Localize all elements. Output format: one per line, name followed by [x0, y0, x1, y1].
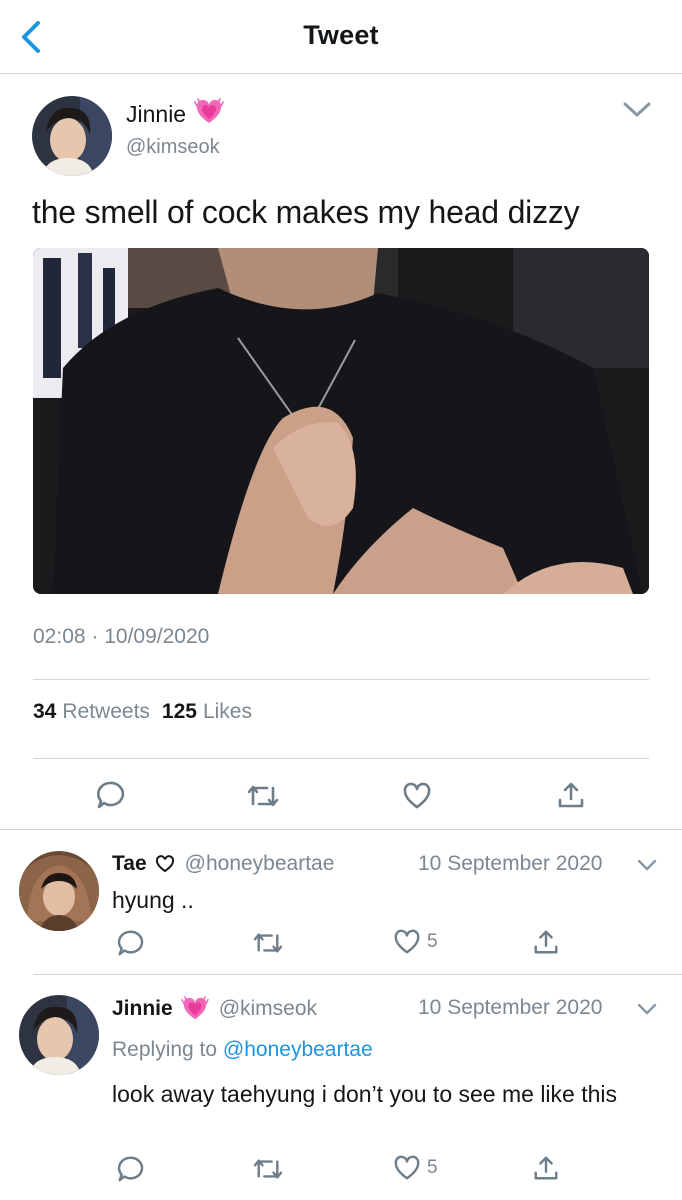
engagement-stats: 34 Retweets 125 Likes — [33, 700, 252, 724]
more-options-button[interactable] — [636, 857, 658, 873]
reply-button[interactable] — [95, 780, 125, 810]
chevron-down-icon — [623, 102, 651, 117]
tweet-media[interactable] — [33, 248, 649, 594]
avatar-image — [19, 851, 99, 931]
divider — [33, 679, 649, 680]
tweet-timestamp: 02:08 · 10/09/2020 — [33, 625, 210, 648]
avatar-image — [19, 995, 99, 1075]
retweets-label: Retweets — [62, 700, 150, 723]
replying-label: Replying to — [112, 1038, 218, 1061]
reply-text: look away taehyung i don’t you to see me… — [112, 1081, 618, 1107]
more-options-button[interactable] — [620, 96, 654, 122]
reply-icon — [117, 930, 144, 956]
share-button[interactable] — [556, 780, 586, 810]
avatar[interactable] — [19, 851, 99, 931]
handle: @kimseok — [218, 997, 318, 1020]
like-button[interactable]: 5 — [393, 1155, 438, 1181]
page-title: Tweet — [303, 20, 379, 50]
growing-heart-icon — [180, 996, 209, 1022]
growing-heart-icon — [194, 98, 224, 131]
retweets-count: 34 — [33, 700, 57, 723]
divider — [33, 974, 682, 975]
avatar-image — [32, 96, 112, 176]
handle: @honeybeartae — [184, 852, 335, 875]
reply-author[interactable]: Jinnie @kimseok — [112, 996, 317, 1022]
reply-button[interactable] — [116, 1155, 144, 1183]
like-button[interactable] — [402, 782, 432, 810]
display-name: Jinnie — [126, 101, 187, 127]
tweet-text: the smell of cock makes my head dizzy — [32, 194, 580, 230]
share-button[interactable] — [532, 928, 560, 956]
reply-icon — [117, 1156, 144, 1182]
display-name: Jinnie — [112, 997, 173, 1020]
reply-date: 10 September 2020 — [418, 996, 603, 1019]
top-bar: Tweet — [0, 0, 682, 74]
like-count: 5 — [427, 1157, 438, 1178]
chevron-down-icon — [637, 859, 657, 871]
like-icon — [394, 929, 420, 954]
heart-outline-icon — [155, 855, 175, 873]
likes-stat[interactable]: 125 Likes — [162, 700, 252, 724]
replying-to: Replying to @honeybeartae — [112, 1038, 373, 1062]
retweet-button[interactable] — [246, 782, 280, 810]
tweet-date: 10/09/2020 — [104, 625, 210, 648]
reply-icon — [96, 781, 125, 809]
retweet-icon — [247, 785, 279, 807]
retweet-icon — [253, 1159, 283, 1179]
more-options-button[interactable] — [636, 1001, 658, 1017]
tweet-time: 02:08 — [33, 625, 86, 648]
avatar[interactable] — [19, 995, 99, 1075]
divider — [33, 758, 649, 759]
mention-link[interactable]: @honeybeartae — [223, 1038, 373, 1061]
retweet-button[interactable] — [252, 1156, 284, 1182]
like-count: 5 — [427, 931, 438, 952]
likes-label: Likes — [202, 700, 252, 723]
divider — [0, 829, 682, 830]
reply-date: 10 September 2020 — [418, 852, 603, 875]
share-icon — [534, 930, 558, 954]
retweet-icon — [253, 933, 283, 953]
avatar[interactable] — [32, 96, 112, 176]
like-icon — [403, 782, 431, 809]
chevron-down-icon — [637, 1003, 657, 1015]
reply-text: hyung .. — [112, 887, 194, 913]
like-icon — [394, 1155, 420, 1180]
display-name: Tae — [112, 852, 147, 875]
reply-button[interactable] — [116, 929, 144, 957]
share-button[interactable] — [532, 1154, 560, 1182]
share-icon — [558, 782, 584, 808]
author[interactable]: Jinnie — [126, 98, 224, 131]
retweets-stat[interactable]: 34 Retweets — [33, 700, 150, 724]
reply-author[interactable]: Tae @honeybeartae — [112, 852, 334, 876]
retweet-button[interactable] — [252, 930, 284, 956]
share-icon — [534, 1156, 558, 1180]
handle[interactable]: @kimseok — [126, 136, 220, 159]
photo-image — [33, 248, 649, 594]
likes-count: 125 — [161, 700, 197, 723]
like-button[interactable]: 5 — [393, 929, 438, 955]
